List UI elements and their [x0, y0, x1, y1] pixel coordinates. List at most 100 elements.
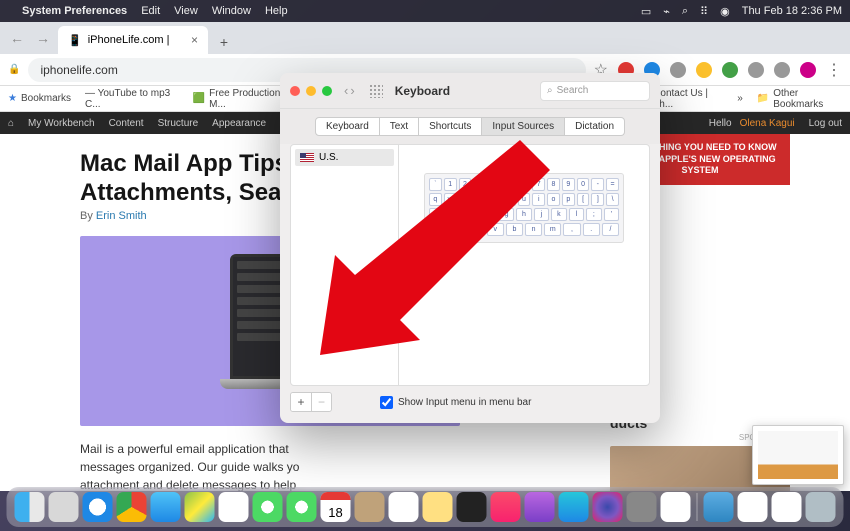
pip-window[interactable] — [752, 425, 844, 485]
tab-shortcuts[interactable]: Shortcuts — [419, 117, 482, 136]
menubar-app-name[interactable]: System Preferences — [22, 5, 127, 17]
show-all-prefs-icon[interactable] — [369, 84, 383, 98]
dock-slack-icon[interactable] — [661, 492, 691, 522]
tab-text[interactable]: Text — [380, 117, 419, 136]
add-source-button[interactable]: + — [291, 393, 311, 411]
bookmark-link[interactable]: Contact Us | Th... — [653, 88, 723, 110]
keyboard-key: y — [503, 193, 516, 206]
control-center-icon[interactable]: ⠿ — [700, 5, 708, 18]
dock-launchpad-icon[interactable] — [49, 492, 79, 522]
add-remove-source: + − — [290, 392, 332, 412]
admin-link[interactable]: Content — [109, 118, 144, 129]
dock-contacts-icon[interactable] — [355, 492, 385, 522]
dock-music-icon[interactable] — [491, 492, 521, 522]
dock-calendar-icon[interactable] — [321, 492, 351, 522]
puzzle-icon[interactable] — [774, 62, 790, 78]
tab-input-sources[interactable]: Input Sources — [482, 117, 565, 136]
dock-reminders-icon[interactable] — [389, 492, 419, 522]
browser-tab[interactable]: 📱 iPhoneLife.com | × — [58, 26, 208, 54]
remove-source-button[interactable]: − — [311, 393, 331, 411]
home-icon[interactable]: ⌂ — [8, 118, 14, 129]
dock-maps-icon[interactable] — [185, 492, 215, 522]
username-link[interactable]: Olena Kagui — [740, 118, 795, 129]
bookmarks-overflow[interactable]: » — [737, 93, 743, 104]
extension-icon[interactable] — [722, 62, 738, 78]
keyboard-key: 6 — [518, 178, 531, 191]
zoom-window-button[interactable] — [322, 86, 332, 96]
tab-dictation[interactable]: Dictation — [565, 117, 625, 136]
keyboard-key: 7 — [532, 178, 545, 191]
dock-system-preferences-icon[interactable] — [627, 492, 657, 522]
siri-icon[interactable]: ◉ — [720, 5, 730, 18]
input-source-label: U.S. — [319, 152, 338, 163]
keyboard-key: d — [464, 208, 479, 221]
bookmark-link[interactable]: 🟩Free Production M... — [193, 88, 290, 110]
keyboard-key: , — [563, 223, 580, 236]
extension-icon[interactable] — [696, 62, 712, 78]
dock-facetime-icon[interactable] — [287, 492, 317, 522]
minimize-window-button[interactable] — [306, 86, 316, 96]
system-preferences-window: ‹ › Keyboard ⌕ Search Keyboard Text Shor… — [280, 73, 660, 423]
dock-mail-icon[interactable] — [151, 492, 181, 522]
profile-avatar[interactable] — [800, 62, 816, 78]
dock-safari-icon[interactable] — [83, 492, 113, 522]
prefs-tabs: Keyboard Text Shortcuts Input Sources Di… — [280, 109, 660, 144]
dock-appstore-icon[interactable] — [559, 492, 589, 522]
dock-chrome-icon[interactable] — [117, 492, 147, 522]
menubar-clock[interactable]: Thu Feb 18 2:36 PM — [742, 5, 842, 17]
keyboard-key: . — [583, 223, 600, 236]
wifi-icon[interactable]: ⌁ — [663, 5, 670, 18]
prefs-back-button[interactable]: ‹ — [344, 83, 348, 98]
keyboard-key: s — [446, 208, 461, 221]
bookmarks-folder[interactable]: ★Bookmarks — [8, 93, 71, 104]
dock-notes-icon[interactable] — [423, 492, 453, 522]
extension-icon[interactable] — [748, 62, 764, 78]
dock-separator — [697, 493, 698, 521]
dock-photos-icon[interactable] — [219, 492, 249, 522]
dock-finder-icon[interactable] — [15, 492, 45, 522]
dock-trash-icon[interactable] — [806, 492, 836, 522]
admin-link[interactable]: Structure — [158, 118, 199, 129]
author-link[interactable]: Erin Smith — [96, 210, 147, 222]
keyboard-key: m — [544, 223, 561, 236]
dock-siri-icon[interactable] — [593, 492, 623, 522]
keyboard-key: \ — [606, 193, 619, 206]
admin-link[interactable]: My Workbench — [28, 118, 95, 129]
search-icon[interactable]: ⌕ — [682, 5, 688, 18]
admin-link[interactable]: Appearance — [212, 118, 266, 129]
close-window-button[interactable] — [290, 86, 300, 96]
keyboard-key: o — [547, 193, 560, 206]
extension-icon[interactable] — [670, 62, 686, 78]
dock-downloads-icon[interactable] — [704, 492, 734, 522]
menu-window[interactable]: Window — [212, 5, 251, 17]
keyboard-key: n — [525, 223, 542, 236]
dock-tv-icon[interactable] — [457, 492, 487, 522]
show-input-menu-checkbox[interactable]: Show Input menu in menu bar — [380, 396, 531, 409]
logout-link[interactable]: Log out — [809, 118, 842, 129]
keyboard-key: l — [569, 208, 584, 221]
menu-help[interactable]: Help — [265, 5, 288, 17]
dock-podcasts-icon[interactable] — [525, 492, 555, 522]
history-back-button[interactable]: ← — [6, 27, 28, 49]
keyboard-key: - — [591, 178, 604, 191]
site-lock-icon[interactable]: 🔒 — [8, 64, 20, 75]
tab-keyboard[interactable]: Keyboard — [315, 117, 380, 136]
keyboard-key: e — [459, 193, 472, 206]
new-tab-button[interactable]: + — [212, 30, 236, 54]
battery-icon[interactable]: ▭ — [641, 5, 651, 18]
kebab-menu-icon[interactable]: ⋮ — [826, 60, 842, 80]
checkbox[interactable] — [380, 396, 393, 409]
close-tab-button[interactable]: × — [191, 33, 198, 47]
keyboard-key: v — [487, 223, 504, 236]
keyboard-key: ; — [586, 208, 601, 221]
menu-view[interactable]: View — [174, 5, 198, 17]
dock-messages-icon[interactable] — [253, 492, 283, 522]
keyboard-key: 5 — [503, 178, 516, 191]
prefs-search-input[interactable]: ⌕ Search — [540, 81, 650, 101]
dock-app-icon[interactable] — [738, 492, 768, 522]
menu-edit[interactable]: Edit — [141, 5, 160, 17]
input-source-item[interactable]: U.S. — [295, 149, 394, 166]
bookmark-link[interactable]: — YouTube to mp3 C... — [85, 88, 179, 110]
other-bookmarks-folder[interactable]: 📁Other Bookmarks — [757, 88, 842, 110]
dock-app-icon[interactable] — [772, 492, 802, 522]
